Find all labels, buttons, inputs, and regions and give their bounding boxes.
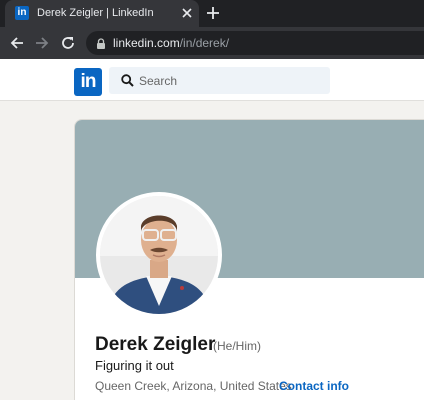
profile-name: Derek Zeigler: [95, 334, 216, 355]
new-tab-plus-icon[interactable]: [206, 6, 220, 20]
profile-card: Derek Zeigler (He/Him) Figuring it out Q…: [74, 119, 424, 400]
profile-headline: Figuring it out: [95, 358, 174, 373]
forward-arrow-icon[interactable]: [34, 35, 50, 51]
browser-tab-strip: in Derek Zeigler | LinkedIn: [0, 0, 424, 27]
browser-toolbar: linkedin.com/in/derek/: [0, 27, 424, 59]
tab-title: Derek Zeigler | LinkedIn: [37, 7, 154, 19]
avatar-photo: [100, 196, 218, 314]
search-icon: [121, 74, 134, 87]
search-input[interactable]: [139, 67, 324, 94]
profile-location: Queen Creek, Arizona, United States: [95, 379, 292, 393]
search-bar[interactable]: [109, 67, 330, 94]
reload-icon[interactable]: [60, 35, 76, 51]
address-bar[interactable]: linkedin.com/in/derek/: [86, 31, 424, 55]
close-icon[interactable]: [181, 7, 193, 19]
profile-pronouns: (He/Him): [213, 339, 261, 353]
url-text: linkedin.com/in/derek/: [113, 36, 229, 50]
linkedin-favicon-icon: in: [15, 6, 29, 20]
linkedin-logo[interactable]: in: [74, 68, 102, 96]
url-path: /in/derek/: [179, 36, 230, 50]
lock-icon: [97, 38, 105, 49]
separator-dot: ·: [272, 379, 276, 393]
avatar[interactable]: [96, 192, 222, 318]
contact-info-link[interactable]: Contact info: [279, 379, 349, 393]
linkedin-header: in: [0, 59, 424, 101]
browser-tab[interactable]: in Derek Zeigler | LinkedIn: [5, 0, 199, 27]
back-arrow-icon[interactable]: [9, 35, 25, 51]
url-host: linkedin.com: [113, 36, 180, 50]
